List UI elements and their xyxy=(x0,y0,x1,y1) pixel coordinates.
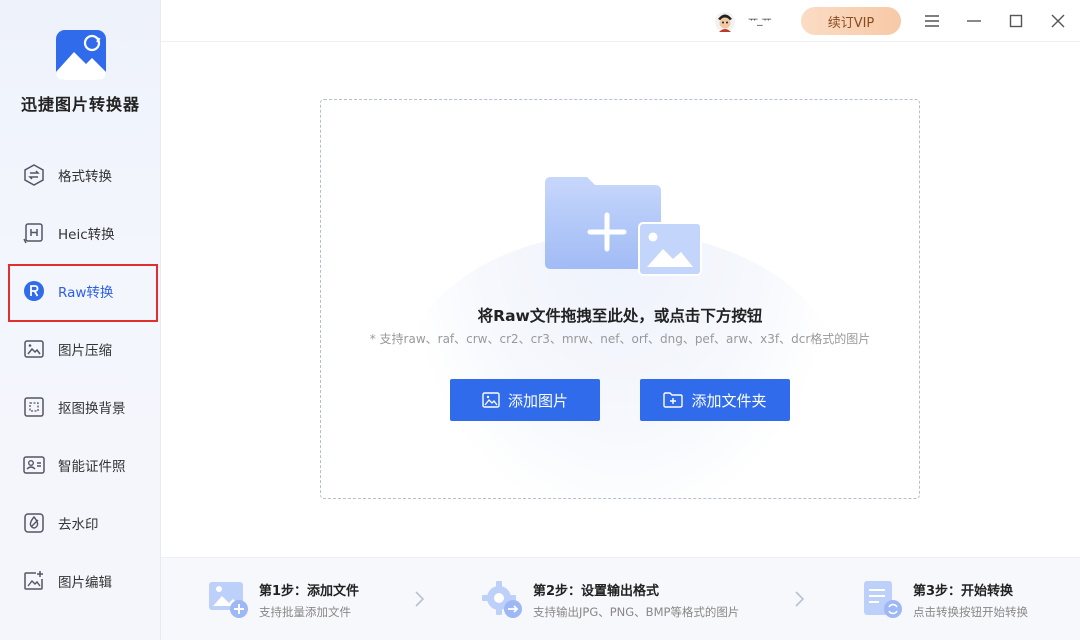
heic-icon xyxy=(22,221,46,245)
sidebar-item-label: 图片压缩 xyxy=(58,343,112,359)
chevron-right-icon xyxy=(415,591,425,607)
image-icon xyxy=(482,392,500,408)
sidebar: 迅捷图片转换器 格式转换 Heic转换 Raw转换 图片压缩 抠图换背景 智能证… xyxy=(0,0,161,640)
sidebar-item-id-photo[interactable]: 智能证件照 xyxy=(0,436,161,494)
image-compress-icon xyxy=(22,337,46,361)
sidebar-item-label: 格式转换 xyxy=(58,169,112,185)
sidebar-item-watermark-remove[interactable]: 去水印 xyxy=(0,494,161,552)
sidebar-item-label: 图片编辑 xyxy=(58,575,112,591)
avatar[interactable] xyxy=(714,11,736,33)
add-folder-illustration-icon xyxy=(545,177,702,276)
settings-step-icon xyxy=(482,581,522,618)
step-title: 第1步：添加文件 xyxy=(259,584,360,599)
drop-zone[interactable]: 将Raw文件拖拽至此处，或点击下方按钮 * 支持raw、raf、crw、cr2、… xyxy=(320,99,920,499)
sidebar-item-image-compress[interactable]: 图片压缩 xyxy=(0,320,161,378)
add-folder-label: 添加文件夹 xyxy=(691,391,767,410)
drop-zone-title: 将Raw文件拖拽至此处，或点击下方按钮 xyxy=(477,307,763,325)
minimize-icon[interactable] xyxy=(963,10,985,32)
convert-step-icon xyxy=(864,581,902,618)
maximize-icon[interactable] xyxy=(1005,10,1027,32)
sidebar-item-label: 去水印 xyxy=(58,517,99,533)
folder-plus-icon xyxy=(663,392,684,408)
raw-icon xyxy=(22,279,46,303)
sidebar-item-label: Raw转换 xyxy=(58,285,114,301)
sidebar-item-raw[interactable]: Raw转换 xyxy=(0,262,161,322)
step-desc: 支持输出JPG、PNG、BMP等格式的图片 xyxy=(533,605,740,619)
close-icon[interactable] xyxy=(1047,10,1069,32)
format-convert-icon xyxy=(22,163,46,187)
step-desc: 支持批量添加文件 xyxy=(259,605,351,619)
app-name: 迅捷图片转换器 xyxy=(20,95,140,114)
image-edit-icon xyxy=(22,569,46,593)
steps-bar: 第1步：添加文件 支持批量添加文件 第2步：设置输出格式 支持输出JPG、PNG… xyxy=(161,557,1080,640)
title-bar: ᅲ_ᅲ 续订VIP xyxy=(161,0,1080,42)
username: ᅲ_ᅲ xyxy=(748,13,772,26)
menu-icon[interactable] xyxy=(921,10,943,32)
step-desc: 点击转换按钮开始转换 xyxy=(913,605,1028,619)
step-title: 第3步：开始转换 xyxy=(913,584,1014,599)
sidebar-item-image-edit[interactable]: 图片编辑 xyxy=(0,552,161,610)
sidebar-item-heic[interactable]: Heic转换 xyxy=(0,204,161,262)
renew-vip-button[interactable]: 续订VIP xyxy=(801,7,901,35)
drop-zone-subtitle: * 支持raw、raf、crw、cr2、cr3、mrw、nef、orf、dng、… xyxy=(369,332,871,346)
sidebar-item-label: 抠图换背景 xyxy=(58,401,126,417)
watermark-remove-icon xyxy=(22,511,46,535)
sidebar-nav: 格式转换 Heic转换 Raw转换 图片压缩 抠图换背景 智能证件照 去水印 图… xyxy=(0,146,161,610)
sidebar-item-label: 智能证件照 xyxy=(58,459,126,475)
sidebar-item-label: Heic转换 xyxy=(58,227,115,243)
add-image-button[interactable]: 添加图片 xyxy=(450,379,600,421)
app-logo-icon xyxy=(56,30,106,80)
cutout-icon xyxy=(22,395,46,419)
add-file-step-icon xyxy=(209,582,248,618)
sidebar-item-cutout[interactable]: 抠图换背景 xyxy=(0,378,161,436)
step-title: 第2步：设置输出格式 xyxy=(533,584,660,599)
chevron-right-icon xyxy=(795,591,805,607)
id-photo-icon xyxy=(22,453,46,477)
add-folder-button[interactable]: 添加文件夹 xyxy=(640,379,790,421)
sidebar-item-format-convert[interactable]: 格式转换 xyxy=(0,146,161,204)
add-image-label: 添加图片 xyxy=(507,391,568,410)
